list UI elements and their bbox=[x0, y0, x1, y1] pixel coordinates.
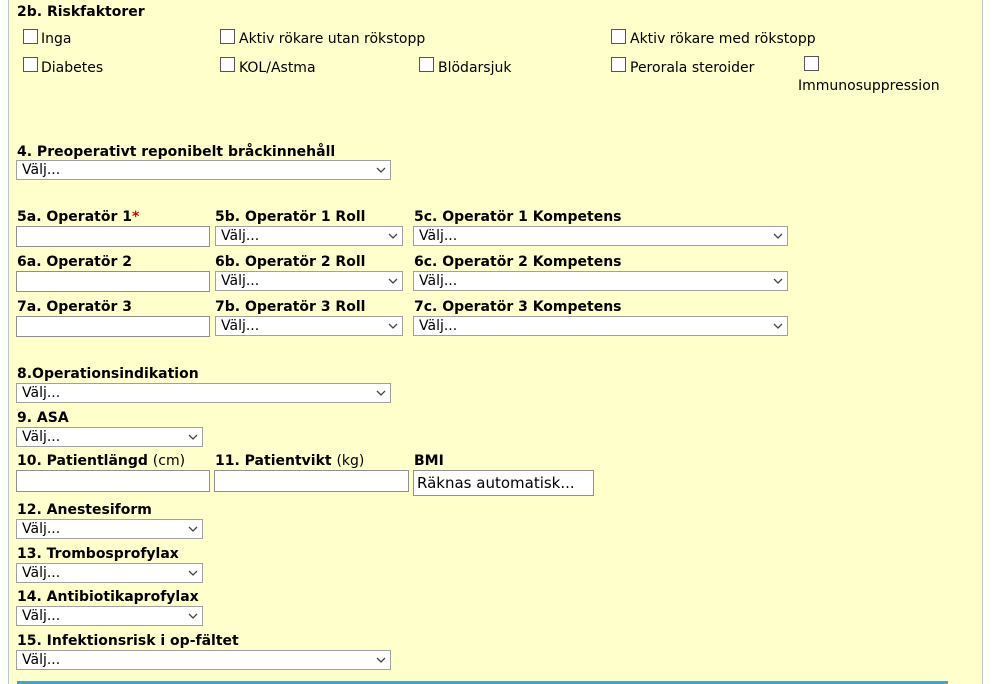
checkbox-label-aktiv-rokare-med: Aktiv rökare med rökstopp bbox=[630, 31, 816, 47]
q12-select[interactable]: Välj... bbox=[16, 519, 203, 539]
operator-3-comp-select[interactable]: Välj... bbox=[413, 316, 788, 336]
chevron-down-icon bbox=[388, 323, 398, 329]
q15-select-value: Välj... bbox=[22, 652, 61, 668]
checkbox-label-blodarsjuk: Blödarsjuk bbox=[438, 60, 512, 76]
operator-1-role-select[interactable]: Välj... bbox=[215, 226, 403, 246]
operator-2-name-input[interactable] bbox=[16, 271, 210, 292]
q13-label: 13. Trombosprofylax bbox=[17, 546, 179, 562]
chevron-down-icon bbox=[376, 167, 386, 173]
operator-3-comp-value: Välj... bbox=[419, 318, 458, 334]
operator-3-role-select[interactable]: Välj... bbox=[215, 316, 403, 336]
checkbox-label-kol-astma: KOL/Astma bbox=[239, 60, 316, 76]
checkbox-blodarsjuk[interactable] bbox=[419, 57, 434, 72]
checkbox-label-perorala-steroider: Perorala steroider bbox=[630, 60, 755, 76]
checkbox-immunosuppression[interactable] bbox=[804, 56, 819, 71]
checkbox-diabetes[interactable] bbox=[23, 57, 38, 72]
q10-unit: (cm) bbox=[152, 453, 186, 469]
chevron-down-icon bbox=[188, 613, 198, 619]
checkbox-label-immunosuppression: Immunosuppression bbox=[798, 78, 940, 94]
chevron-down-icon bbox=[773, 323, 783, 329]
q8-select-value: Välj... bbox=[22, 385, 61, 401]
required-marker: * bbox=[131, 209, 140, 225]
operator-3-name-label: 7a. Operatör 3 bbox=[17, 299, 132, 315]
operator-1-role-label: 5b. Operatör 1 Roll bbox=[215, 209, 366, 225]
checkbox-perorala-steroider[interactable] bbox=[611, 57, 626, 72]
checkbox-label-inga: Inga bbox=[41, 31, 72, 47]
operator-1-role-value: Välj... bbox=[221, 228, 260, 244]
operator-1-comp-label: 5c. Operatör 1 Kompetens bbox=[414, 209, 622, 225]
operator-1-name-label: 5a. Operatör 1* bbox=[17, 209, 140, 225]
q9-select-value: Välj... bbox=[22, 429, 61, 445]
operator-2-role-value: Välj... bbox=[221, 273, 260, 289]
chevron-down-icon bbox=[188, 434, 198, 440]
operator-2-name-label: 6a. Operatör 2 bbox=[17, 254, 132, 270]
operator-1-comp-select[interactable]: Välj... bbox=[413, 226, 788, 246]
operator-2-comp-value: Välj... bbox=[419, 273, 458, 289]
operator-1-name-input[interactable] bbox=[16, 226, 210, 247]
operator-2-comp-label: 6c. Operatör 2 Kompetens bbox=[414, 254, 622, 270]
operator-2-role-select[interactable]: Välj... bbox=[215, 271, 403, 291]
q11-label: 11. Patientvikt (kg) bbox=[215, 453, 365, 469]
q10-input[interactable] bbox=[16, 470, 210, 492]
q13-select[interactable]: Välj... bbox=[16, 563, 203, 583]
q10-label: 10. Patientlängd (cm) bbox=[17, 453, 186, 469]
q12-label: 12. Anestesiform bbox=[17, 502, 152, 518]
q9-select[interactable]: Välj... bbox=[16, 427, 203, 447]
q9-label: 9. ASA bbox=[17, 410, 69, 426]
checkbox-aktiv-rokare-med[interactable] bbox=[611, 29, 626, 44]
operator-2-comp-select[interactable]: Välj... bbox=[413, 271, 788, 291]
bmi-field: Räknas automatisk... bbox=[413, 470, 594, 496]
checkbox-label-diabetes: Diabetes bbox=[41, 60, 104, 76]
q13-select-value: Välj... bbox=[22, 565, 61, 581]
operator-3-name-input[interactable] bbox=[16, 316, 210, 337]
q4-select[interactable]: Välj... bbox=[16, 160, 391, 180]
q4-label: 4. Preoperativt reponibelt bråckinnehåll bbox=[17, 144, 336, 160]
chevron-down-icon bbox=[376, 390, 386, 396]
q8-select[interactable]: Välj... bbox=[16, 383, 391, 403]
q11-unit: (kg) bbox=[336, 453, 365, 469]
operator-3-comp-label: 7c. Operatör 3 Kompetens bbox=[414, 299, 622, 315]
chevron-down-icon bbox=[773, 278, 783, 284]
q14-select[interactable]: Välj... bbox=[16, 606, 203, 626]
operator-1-comp-value: Välj... bbox=[419, 228, 458, 244]
q8-label: 8.Operationsindikation bbox=[17, 366, 199, 382]
q15-label: 15. Infektionsrisk i op-fältet bbox=[17, 633, 239, 649]
chevron-down-icon bbox=[388, 233, 398, 239]
chevron-down-icon bbox=[376, 657, 386, 663]
q12-select-value: Välj... bbox=[22, 521, 61, 537]
operator-3-role-label: 7b. Operatör 3 Roll bbox=[215, 299, 366, 315]
q11-input[interactable] bbox=[214, 470, 409, 492]
checkbox-kol-astma[interactable] bbox=[220, 57, 235, 72]
q14-select-value: Välj... bbox=[22, 608, 61, 624]
chevron-down-icon bbox=[188, 570, 198, 576]
section-2b-title: 2b. Riskfaktorer bbox=[17, 4, 145, 20]
chevron-down-icon bbox=[188, 526, 198, 532]
q4-select-value: Välj... bbox=[22, 162, 61, 178]
chevron-down-icon bbox=[388, 278, 398, 284]
q14-label: 14. Antibiotikaprofylax bbox=[17, 589, 199, 605]
operator-3-role-value: Välj... bbox=[221, 318, 260, 334]
operator-2-role-label: 6b. Operatör 2 Roll bbox=[215, 254, 366, 270]
checkbox-aktiv-rokare-utan[interactable] bbox=[220, 29, 235, 44]
bmi-label: BMI bbox=[414, 453, 444, 469]
checkbox-label-aktiv-rokare-utan: Aktiv rökare utan rökstopp bbox=[239, 31, 426, 47]
q15-select[interactable]: Välj... bbox=[16, 650, 391, 670]
chevron-down-icon bbox=[773, 233, 783, 239]
checkbox-inga[interactable] bbox=[23, 29, 38, 44]
